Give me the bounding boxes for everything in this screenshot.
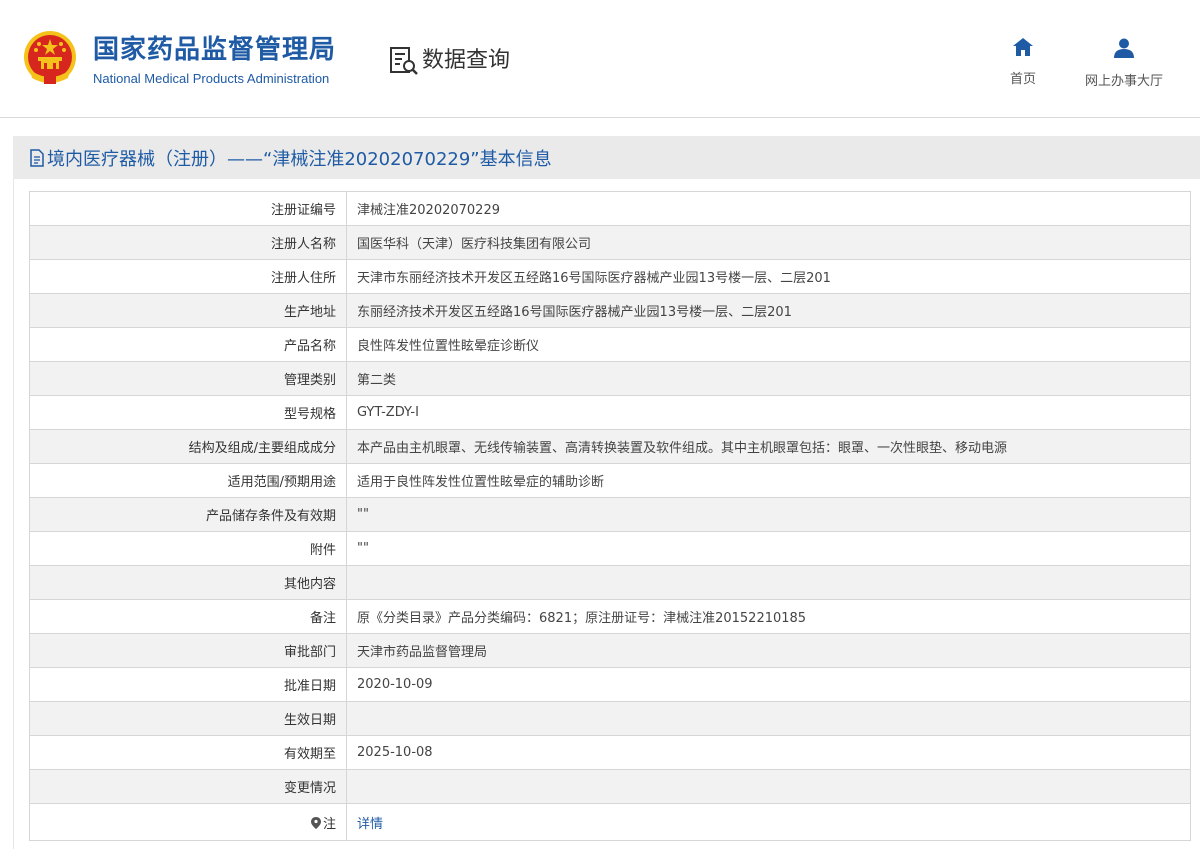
table-row: 适用范围/预期用途 适用于良性阵发性位置性眩晕症的辅助诊断 [29, 463, 1191, 498]
field-value: 2025-10-08 [346, 735, 1191, 770]
table-row: 注册人名称 国医华科（天津）医疗科技集团有限公司 [29, 225, 1191, 260]
table-row: 有效期至 2025-10-08 [29, 735, 1191, 770]
field-label: 有效期至 [29, 735, 347, 770]
data-query-heading: 数据查询 [388, 44, 510, 78]
field-value: 天津市药品监督管理局 [346, 633, 1191, 668]
table-row: 生产地址 东丽经济技术开发区五经路16号国际医疗器械产业园13号楼一层、二层201 [29, 293, 1191, 328]
table-row: 结构及组成/主要组成成分 本产品由主机眼罩、无线传输装置、高清转换装置及软件组成。… [29, 429, 1191, 464]
field-label: 其他内容 [29, 565, 347, 600]
field-value [346, 565, 1191, 600]
table-row: 注 详情 [29, 803, 1191, 841]
field-value [346, 701, 1191, 736]
table-row: 其他内容 [29, 565, 1191, 600]
field-value: "" [346, 497, 1191, 532]
record-table: 注册证编号 津械注准20202070229 注册人名称 国医华科（天津）医疗科技集团有… [29, 191, 1191, 841]
table-row: 产品储存条件及有效期 "" [29, 497, 1191, 532]
field-label: 适用范围/预期用途 [29, 463, 347, 498]
field-label: 型号规格 [29, 395, 347, 430]
field-label: 产品名称 [29, 327, 347, 362]
field-label: 注册人住所 [29, 259, 347, 294]
table-row: 注册证编号 津械注准20202070229 [29, 191, 1191, 226]
page-title: 境内医疗器械（注册）——“津械注准20202070229”基本信息 [47, 148, 552, 170]
table-row: 审批部门 天津市药品监督管理局 [29, 633, 1191, 668]
field-value [346, 769, 1191, 804]
data-query-icon [390, 47, 418, 75]
site-header: 国家药品监督管理局 National Medical Products Admi… [0, 0, 1200, 118]
table-row: 变更情况 [29, 769, 1191, 804]
table-row: 批准日期 2020-10-09 [29, 667, 1191, 702]
note-label-cell: 注 [29, 803, 347, 841]
nav-home-button[interactable]: 首页 [973, 38, 1073, 98]
national-emblem-icon [24, 31, 76, 84]
page-title-bar: 境内医疗器械（注册）——“津械注准20202070229”基本信息 [13, 136, 1200, 179]
field-value: 第二类 [346, 361, 1191, 396]
nav-online-hall-label: 网上办事大厅 [1084, 74, 1163, 89]
field-label: 注册人名称 [29, 225, 347, 260]
table-row: 型号规格 GYT-ZDY-I [29, 395, 1191, 430]
field-value: 津械注准20202070229 [346, 191, 1191, 226]
agency-name-cn: 国家药品监督管理局 [93, 35, 337, 65]
field-value: 良性阵发性位置性眩晕症诊断仪 [346, 327, 1191, 362]
user-icon [1114, 38, 1134, 58]
field-value: "" [346, 531, 1191, 566]
home-icon [1013, 38, 1033, 56]
field-value: GYT-ZDY-I [346, 395, 1191, 430]
agency-name-en: National Medical Products Administration [93, 71, 330, 86]
note-label: 注 [322, 816, 336, 832]
detail-link[interactable]: 详情 [357, 817, 383, 832]
field-label: 备注 [29, 599, 347, 634]
table-row: 附件 "" [29, 531, 1191, 566]
field-label: 生效日期 [29, 701, 347, 736]
field-value: 国医华科（天津）医疗科技集团有限公司 [346, 225, 1191, 260]
nav-online-hall-button[interactable]: 网上办事大厅 [1074, 38, 1174, 98]
field-label: 审批部门 [29, 633, 347, 668]
field-value: 2020-10-09 [346, 667, 1191, 702]
location-pin-icon [310, 816, 321, 829]
field-label: 管理类别 [29, 361, 347, 396]
table-row: 注册人住所 天津市东丽经济技术开发区五经路16号国际医疗器械产业园13号楼一层、二… [29, 259, 1191, 294]
table-row: 生效日期 [29, 701, 1191, 736]
data-query-label: 数据查询 [422, 48, 511, 73]
table-row: 备注 原《分类目录》产品分类编码：6821；原注册证号：津械注准201522101… [29, 599, 1191, 634]
field-label: 附件 [29, 531, 347, 566]
field-label: 产品储存条件及有效期 [29, 497, 347, 532]
record-panel: 注册证编号 津械注准20202070229 注册人名称 国医华科（天津）医疗科技集团有… [13, 179, 1200, 849]
field-value: 原《分类目录》产品分类编码：6821；原注册证号：津械注准20152210185 [346, 599, 1191, 634]
field-value: 东丽经济技术开发区五经路16号国际医疗器械产业园13号楼一层、二层201 [346, 293, 1191, 328]
field-value: 天津市东丽经济技术开发区五经路16号国际医疗器械产业园13号楼一层、二层201 [346, 259, 1191, 294]
field-value: 本产品由主机眼罩、无线传输装置、高清转换装置及软件组成。其中主机眼罩包括：眼罩、… [346, 429, 1191, 464]
note-value-cell: 详情 [346, 803, 1191, 841]
field-label: 批准日期 [29, 667, 347, 702]
field-label: 变更情况 [29, 769, 347, 804]
table-row: 产品名称 良性阵发性位置性眩晕症诊断仪 [29, 327, 1191, 362]
field-label: 生产地址 [29, 293, 347, 328]
field-label: 注册证编号 [29, 191, 347, 226]
field-value: 适用于良性阵发性位置性眩晕症的辅助诊断 [346, 463, 1191, 498]
table-row: 管理类别 第二类 [29, 361, 1191, 396]
document-icon [30, 148, 44, 167]
field-label: 结构及组成/主要组成成分 [29, 429, 347, 464]
nav-home-label: 首页 [1009, 72, 1036, 87]
